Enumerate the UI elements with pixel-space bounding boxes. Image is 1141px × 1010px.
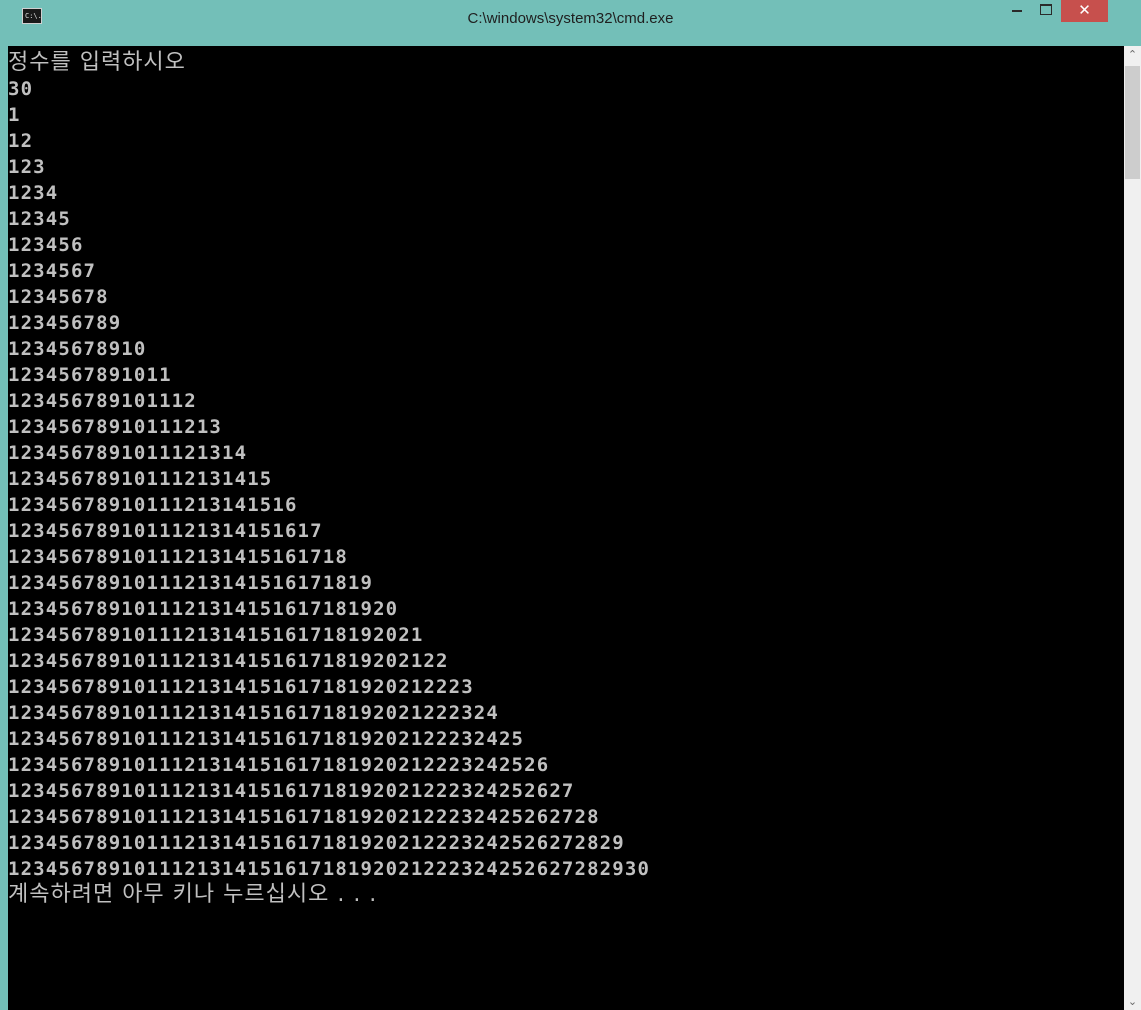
console-line: 123456789101112 xyxy=(8,390,197,412)
minimize-icon[interactable] xyxy=(1003,0,1031,22)
console-line: 12345678910111213141516 xyxy=(8,494,298,516)
console-line: 1234 xyxy=(8,182,59,204)
console-line: 12 xyxy=(8,130,34,152)
console-line: 123456789101112131415161718192021 xyxy=(8,624,424,646)
console-line: 123456 xyxy=(8,234,84,256)
console-line: 1234567891011121314151617181920212223242… xyxy=(8,832,625,854)
console-line: 1234567891011121314 xyxy=(8,442,248,464)
console-line: 123456789101112131415161718192021222324 xyxy=(8,702,499,724)
console-line: 1234567891011121314151617181920212223242… xyxy=(8,780,575,802)
close-icon[interactable]: ✕ xyxy=(1061,0,1108,22)
console-line: 1234567891011121314151617181920212223242… xyxy=(8,754,550,776)
console-line: 30 xyxy=(8,78,34,100)
console-line: 1 xyxy=(8,104,21,126)
console-line: 12345 xyxy=(8,208,71,230)
console-line: 계속하려면 아무 키나 누르십시오 . . . xyxy=(8,882,378,907)
scroll-up-arrow-icon[interactable]: ⌃ xyxy=(1124,46,1141,63)
console-line: 12345678910111213 xyxy=(8,416,223,438)
cmd-window: C:\. C:\windows\system32\cmd.exe ✕ 정수를 입… xyxy=(0,0,1141,1010)
console-line: 1234567891011121314151617 xyxy=(8,520,323,542)
console-line: 12345678910111213141516171819202122 xyxy=(8,650,449,672)
console-line: 123456789 xyxy=(8,312,122,334)
console-line: 123456789101112131415 xyxy=(8,468,273,490)
console-line: 1234567891011121314151617181920212223242… xyxy=(8,728,525,750)
console-line: 정수를 입력하시오 xyxy=(8,50,186,75)
console-lines: 정수를 입력하시오 30 1 12 123 1234 12345 123456 1234567 1… xyxy=(8,50,650,908)
scrollbar-thumb[interactable] xyxy=(1125,66,1140,179)
console-line: 1234567891011121314151617181920212223242… xyxy=(8,858,651,880)
console-line: 12345678 xyxy=(8,286,109,308)
console-line: 123 xyxy=(8,156,46,178)
maximize-icon[interactable] xyxy=(1032,0,1060,22)
vertical-scrollbar[interactable]: ⌃ ⌄ xyxy=(1124,46,1141,1010)
console-line: 1234567 xyxy=(8,260,97,282)
scroll-down-arrow-icon[interactable]: ⌄ xyxy=(1124,993,1141,1010)
console-line: 12345678910 xyxy=(8,338,147,360)
console-line: 1234567891011121314151617181920 xyxy=(8,598,399,620)
console-line: 1234567891011 xyxy=(8,364,172,386)
console-line: 1234567891011121314151617181920212223242… xyxy=(8,806,600,828)
console-line: 1234567891011121314151617181920212223 xyxy=(8,676,474,698)
window-title: C:\windows\system32\cmd.exe xyxy=(467,10,674,27)
title-bar[interactable]: C:\. C:\windows\system32\cmd.exe ✕ xyxy=(0,0,1141,38)
console-line: 123456789101112131415161718 xyxy=(8,546,348,568)
console-output[interactable]: 정수를 입력하시오 30 1 12 123 1234 12345 123456 1234567 1… xyxy=(8,46,1124,1010)
console-line: 12345678910111213141516171819 xyxy=(8,572,374,594)
